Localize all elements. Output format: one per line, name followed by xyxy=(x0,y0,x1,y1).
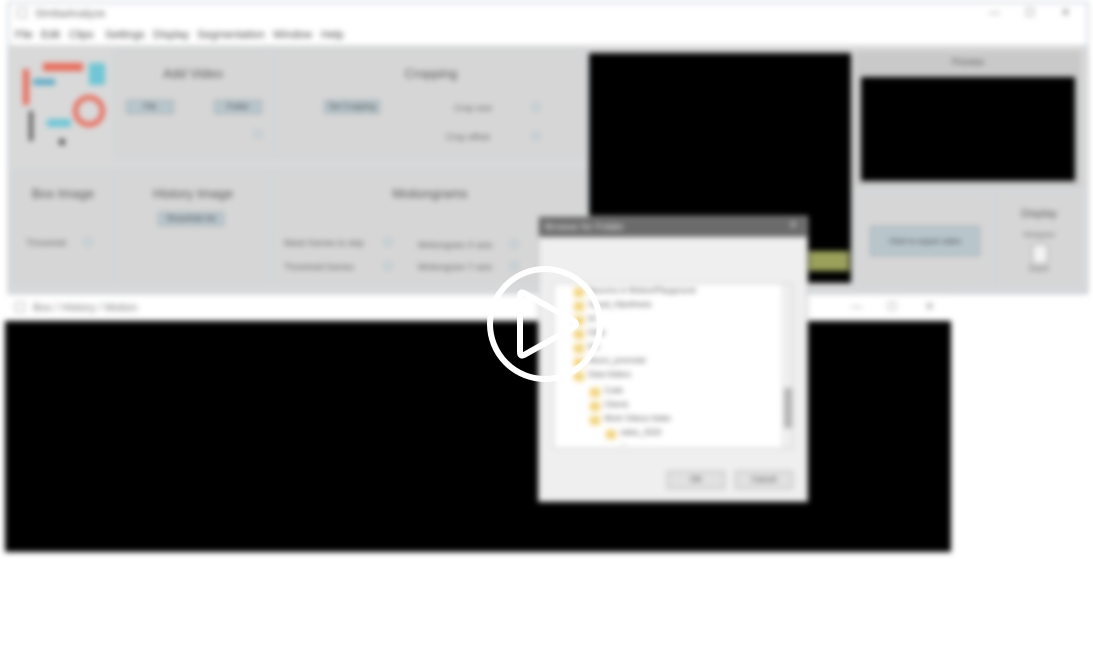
display-panel: Display Histogram Export xyxy=(997,191,1081,287)
preview-title: Preview xyxy=(951,57,984,67)
secondary-app-icon xyxy=(15,302,25,312)
folder-icon xyxy=(590,416,600,425)
motiongram-x-field[interactable] xyxy=(510,240,518,248)
folder-icon xyxy=(590,388,600,397)
menu-edit[interactable]: Edit xyxy=(41,29,60,41)
minimize-icon[interactable]: — xyxy=(989,7,1000,19)
app-icon xyxy=(17,8,27,18)
box-image-panel: Box Image Threshold xyxy=(13,169,113,285)
menu-display[interactable]: Display xyxy=(153,29,189,41)
cropping-panel: Cropping Set Cropping Crop size Crop off… xyxy=(275,49,587,159)
threshold-label: Threshold xyxy=(26,238,67,248)
cropping-heading: Cropping xyxy=(404,66,458,81)
threshold-frames-label: Threshold frames xyxy=(284,262,355,272)
title-bar: SimbaAnalyze — ☐ ✕ xyxy=(9,3,1087,25)
show-hide-button[interactable]: Show/hide list xyxy=(158,212,224,226)
preview-panel: Preview xyxy=(855,51,1081,187)
secondary-title-bar: Box / History / Motion — ☐ ✕ xyxy=(5,295,951,321)
threshold-frames-field[interactable] xyxy=(384,262,392,270)
motiongram-y-label: Motiongram Y axis xyxy=(418,262,493,272)
cancel-button[interactable]: Cancel xyxy=(735,471,793,489)
crop-size-field[interactable] xyxy=(532,103,540,111)
preview-display xyxy=(861,77,1075,181)
app-logo xyxy=(19,59,109,155)
file-button[interactable]: File xyxy=(126,100,174,114)
mask-frames-label: Mask frames to skip xyxy=(284,238,365,248)
secondary-minimize-icon[interactable]: — xyxy=(851,301,862,313)
dialog-title: Browse for Folder xyxy=(545,222,624,233)
secondary-window-title: Box / History / Motion xyxy=(33,302,138,314)
folder-icon xyxy=(590,402,600,411)
dialog-title-bar: Browse for Folder ✕ xyxy=(539,217,807,237)
set-cropping-button[interactable]: Set Cropping xyxy=(324,100,380,114)
document-icon[interactable] xyxy=(1032,244,1048,264)
menu-settings[interactable]: Settings xyxy=(105,29,145,41)
tree-item[interactable]: Work Videos folder xyxy=(604,414,671,428)
secondary-maximize-icon[interactable]: ☐ xyxy=(887,300,897,313)
tree-scrollbar-thumb[interactable] xyxy=(784,388,792,428)
menu-bar: File Edit Clips Settings Display Segment… xyxy=(9,25,1087,45)
export-video-button[interactable]: Click to export video xyxy=(870,226,980,256)
ok-button[interactable]: OK xyxy=(667,471,725,489)
secondary-close-icon[interactable]: ✕ xyxy=(925,300,934,313)
play-icon[interactable] xyxy=(486,265,604,383)
add-video-checkbox[interactable] xyxy=(254,130,262,138)
box-image-heading: Box Image xyxy=(31,186,95,201)
threshold-field[interactable] xyxy=(84,238,92,246)
menu-window[interactable]: Window xyxy=(273,29,312,41)
folder-icon xyxy=(606,430,616,439)
display-icon-label: Export xyxy=(1028,266,1050,273)
menu-clips[interactable]: Clips xyxy=(69,29,93,41)
display-heading: Display xyxy=(1020,208,1058,220)
window-title: SimbaAnalyze xyxy=(35,8,106,20)
maximize-icon[interactable]: ☐ xyxy=(1025,6,1035,19)
tree-item[interactable]: Clients xyxy=(604,400,628,414)
video-slider-handle[interactable] xyxy=(809,251,849,271)
histogram-label: Histogram xyxy=(1023,232,1055,239)
tree-item[interactable]: Code xyxy=(604,386,623,400)
menu-help[interactable]: Help xyxy=(321,29,344,41)
dialog-close-icon[interactable]: ✕ xyxy=(789,220,797,231)
tree-scrollbar[interactable] xyxy=(782,284,792,448)
menu-segmentation[interactable]: Segmentation xyxy=(197,29,265,41)
crop-size-label: Crop size xyxy=(454,103,493,113)
crop-offset-field[interactable] xyxy=(532,132,540,140)
folder-button[interactable]: Folder xyxy=(214,100,262,114)
export-panel: Click to export video xyxy=(855,191,995,287)
motiongram-x-label: Motiongram X axis xyxy=(418,240,493,250)
mask-frames-field[interactable] xyxy=(384,238,392,246)
crop-offset-label: Crop offset xyxy=(446,132,490,142)
close-icon[interactable]: ✕ xyxy=(1061,6,1070,19)
tree-item[interactable]: ... xyxy=(620,438,627,452)
menu-file[interactable]: File xyxy=(15,29,33,41)
add-video-heading: Add Video xyxy=(163,66,223,81)
history-image-heading: History Image xyxy=(152,186,234,201)
add-video-panel: Add Video File Folder xyxy=(113,49,273,159)
motiongrams-heading: Motiongrams xyxy=(392,186,468,201)
history-image-panel: History Image Show/hide list xyxy=(115,169,271,285)
tree-item[interactable]: Neurons in Motion/Playground xyxy=(588,286,696,300)
secondary-window: Box / History / Motion — ☐ ✕ xyxy=(5,295,951,552)
